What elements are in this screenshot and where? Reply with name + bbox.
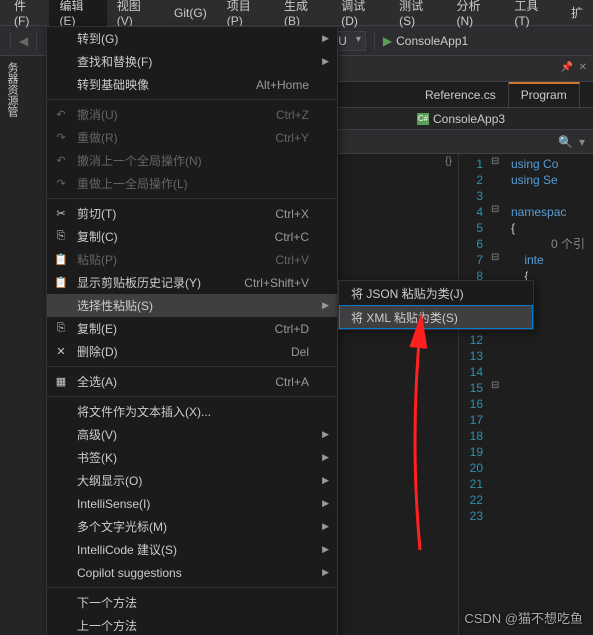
outline-column: ⊟ ⊟ ⊟ ⊟ xyxy=(489,154,507,635)
chevron-right-icon: ▶ xyxy=(322,452,329,463)
menu-intellicode[interactable]: IntelliCode 建议(S)▶ xyxy=(47,538,337,561)
breadcrumb-project[interactable]: ConsoleApp3 xyxy=(433,112,505,126)
menu-git[interactable]: Git(G) xyxy=(164,2,217,24)
nav-back-icon[interactable]: ◀ xyxy=(19,34,28,48)
menu-ext[interactable]: 扩 xyxy=(561,0,593,25)
duplicate-icon: ⎘ xyxy=(53,321,69,337)
play-icon[interactable]: ▶ xyxy=(383,34,392,48)
collapse-icon[interactable]: ⊟ xyxy=(491,380,499,391)
paste-icon: 📋 xyxy=(53,252,69,268)
separator xyxy=(36,32,37,50)
separator xyxy=(47,99,337,100)
menu-outlining[interactable]: 大纲显示(O)▶ xyxy=(47,469,337,492)
gutter: {} xyxy=(439,154,459,635)
menu-undo-global[interactable]: ↶撤消上一个全局操作(N) xyxy=(47,149,337,172)
chevron-right-icon: ▶ xyxy=(322,56,329,67)
chevron-right-icon: ▶ xyxy=(322,300,329,311)
menu-bookmark[interactable]: 书签(K)▶ xyxy=(47,446,337,469)
separator xyxy=(47,366,337,367)
menu-find-replace[interactable]: 查找和替换(F)▶ xyxy=(47,50,337,73)
code-content[interactable]: using Co using Se namespac { 0 个引 inte { xyxy=(507,154,593,635)
delete-icon: ✕ xyxy=(53,344,69,360)
side-tab-panel: 务器资源管 xyxy=(0,56,48,635)
menu-duplicate[interactable]: ⎘复制(E)Ctrl+D xyxy=(47,317,337,340)
collapse-icon[interactable]: ⊟ xyxy=(491,204,499,215)
undo-global-icon: ↶ xyxy=(53,153,69,169)
collapse-icon[interactable]: ⊟ xyxy=(491,252,499,263)
collapse-icon[interactable]: ⊟ xyxy=(491,156,499,167)
project-name[interactable]: ConsoleApp1 xyxy=(396,34,468,48)
clipboard-history-icon: 📋 xyxy=(53,275,69,291)
separator xyxy=(47,396,337,397)
menu-next-method[interactable]: 下一个方法 xyxy=(47,591,337,614)
menu-redo-global[interactable]: ↷重做上一全局操作(L) xyxy=(47,172,337,195)
menu-advanced[interactable]: 高级(V)▶ xyxy=(47,423,337,446)
menu-goto-base[interactable]: 转到基础映像Alt+Home xyxy=(47,73,337,96)
watermark: CSDN @猫不想吃鱼 xyxy=(464,608,583,627)
menu-prev-method[interactable]: 上一个方法 xyxy=(47,614,337,635)
menu-paste-special[interactable]: 选择性粘贴(S)▶ xyxy=(47,294,337,317)
chevron-right-icon: ▶ xyxy=(322,33,329,44)
separator xyxy=(47,198,337,199)
pin-icon[interactable]: 📌 xyxy=(561,62,573,73)
redo-icon: ↷ xyxy=(53,130,69,146)
menu-copy[interactable]: ⎘复制(C)Ctrl+C xyxy=(47,225,337,248)
separator xyxy=(10,32,11,50)
undo-icon: ↶ xyxy=(53,107,69,123)
csharp-project-icon: C# xyxy=(417,113,429,125)
menu-multicursor[interactable]: 多个文字光标(M)▶ xyxy=(47,515,337,538)
server-explorer-tab[interactable]: 务器资源管 xyxy=(0,56,24,123)
paste-special-submenu: 将 JSON 粘贴为类(J) 将 XML 粘贴为类(S) xyxy=(338,280,534,330)
gutter-brace-icon: {} xyxy=(439,156,458,172)
menu-analyze[interactable]: 分析(N) xyxy=(446,0,504,32)
menu-intellisense[interactable]: IntelliSense(I)▶ xyxy=(47,492,337,515)
menu-tools[interactable]: 工具(T) xyxy=(504,0,561,32)
paste-json-as-class[interactable]: 将 JSON 粘贴为类(J) xyxy=(339,281,533,305)
redo-global-icon: ↷ xyxy=(53,176,69,192)
chevron-right-icon: ▶ xyxy=(322,521,329,532)
menu-paste[interactable]: 📋粘贴(P)Ctrl+V xyxy=(47,248,337,271)
paste-xml-as-class[interactable]: 将 XML 粘贴为类(S) xyxy=(339,305,533,329)
menu-goto[interactable]: 转到(G)▶ xyxy=(47,27,337,50)
search-icon[interactable]: 🔍 xyxy=(558,135,573,149)
dropdown-icon[interactable]: ▾ xyxy=(579,135,585,149)
separator xyxy=(47,587,337,588)
chevron-right-icon: ▶ xyxy=(322,544,329,555)
cut-icon: ✂ xyxy=(53,206,69,222)
menu-clipboard-history[interactable]: 📋显示剪贴板历史记录(Y)Ctrl+Shift+V xyxy=(47,271,337,294)
menubar: 件(F) 编辑(E) 视图(V) Git(G) 项目(P) 生成(B) 调试(D… xyxy=(0,0,593,26)
chevron-right-icon: ▶ xyxy=(322,498,329,509)
menu-test[interactable]: 测试(S) xyxy=(389,0,446,32)
menu-insert-file[interactable]: 将文件作为文本插入(X)... xyxy=(47,400,337,423)
line-numbers: 123 456 789 101112 131415 161718 192021 … xyxy=(459,154,489,635)
menu-cut[interactable]: ✂剪切(T)Ctrl+X xyxy=(47,202,337,225)
chevron-right-icon: ▶ xyxy=(322,475,329,486)
tab-reference[interactable]: Reference.cs xyxy=(413,82,509,107)
menu-undo[interactable]: ↶撤消(U)Ctrl+Z xyxy=(47,103,337,126)
close-icon[interactable]: ✕ xyxy=(579,62,587,73)
menu-copilot[interactable]: Copilot suggestions▶ xyxy=(47,561,337,584)
chevron-right-icon: ▶ xyxy=(322,567,329,578)
copy-icon: ⎘ xyxy=(53,229,69,245)
edit-menu-dropdown: 转到(G)▶ 查找和替换(F)▶ 转到基础映像Alt+Home ↶撤消(U)Ct… xyxy=(46,26,338,635)
menu-redo[interactable]: ↷重做(R)Ctrl+Y xyxy=(47,126,337,149)
separator xyxy=(374,32,375,50)
menu-delete[interactable]: ✕删除(D)Del xyxy=(47,340,337,363)
menu-debug[interactable]: 调试(D) xyxy=(331,0,389,32)
select-all-icon: ▦ xyxy=(53,374,69,390)
tab-program[interactable]: Program xyxy=(509,82,580,107)
menu-select-all[interactable]: ▦全选(A)Ctrl+A xyxy=(47,370,337,393)
chevron-right-icon: ▶ xyxy=(322,429,329,440)
menu-file[interactable]: 件(F) xyxy=(4,0,49,32)
